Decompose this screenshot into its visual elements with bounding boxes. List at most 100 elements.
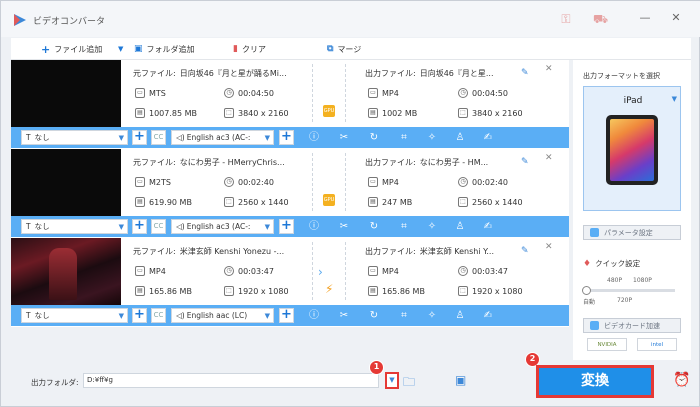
folder-dropdown-button[interactable]: ▼ [385,372,399,389]
ipad-icon [606,115,658,185]
crop-icon[interactable]: ⌗ [397,220,411,234]
output-resolution: ⬚ 3840 x 2160 [458,108,523,118]
add-audio-button[interactable]: + [279,219,294,234]
crop-icon[interactable]: ⌗ [397,309,411,323]
file-size-icon: ▤ [368,286,378,296]
file-size-icon: ▤ [368,197,378,207]
source-name: 元ファイル: なにわ男子 - HMerryChris... [133,157,285,168]
output-folder-input[interactable]: D:¥ff¥g [83,373,379,388]
rotate-icon[interactable]: ↻ [367,309,381,323]
resolution-icon: ⬚ [224,108,234,118]
hw-accel-button[interactable]: ビデオカード加速 [583,318,681,333]
cc-button[interactable]: CC [151,308,166,323]
info-icon[interactable]: ⓘ [307,220,321,234]
video-thumbnail[interactable] [11,60,121,127]
add-audio-button[interactable]: + [279,130,294,145]
quality-slider-handle[interactable] [582,286,591,295]
format-selector[interactable]: iPad ▼ [583,86,681,211]
size-value: 1007.85 MB [149,108,198,118]
remove-item-icon[interactable]: ✕ [545,153,553,163]
subtitle-select[interactable]: T なし ▼ [21,219,128,234]
alarm-clock-icon[interactable]: ⏰ [673,372,690,388]
watermark-icon[interactable]: ♙ [453,131,467,145]
format-value: MP4 [382,88,399,98]
add-subtitle-button[interactable]: + [132,130,147,145]
file-size-icon: ▤ [368,108,378,118]
divider [345,242,346,300]
effects-icon[interactable]: ✧ [425,131,439,145]
info-icon[interactable]: ⓘ [307,309,321,323]
param-settings-button[interactable]: パラメータ設定 [583,225,681,240]
export-folder-icon[interactable]: ▣ [455,373,466,387]
caret-down-icon: ▼ [671,95,677,103]
remove-item-icon[interactable]: ✕ [545,64,553,74]
format-value: MP4 [382,177,399,187]
convert-button[interactable]: 変換 [536,365,654,398]
output-label: 出力ファイル: [365,247,416,256]
cart-icon[interactable]: ⛟ [593,12,608,26]
device-name: iPad [623,96,643,106]
add-file-label: ファイル追加 [54,44,103,54]
add-file-dropdown[interactable]: ▼ [118,42,123,56]
output-format: ▭ MP4 [368,266,399,276]
edit-name-icon[interactable]: ✎ [521,68,529,78]
rotate-icon[interactable]: ↻ [367,220,381,234]
edit-name-icon[interactable]: ✎ [521,157,529,167]
list-item[interactable]: 元ファイル: 米津玄師 Kenshi Yonezu -... ▭ MP4 ◷ 00:… [11,238,569,327]
subtitle-edit-icon[interactable]: ✍ [481,131,495,145]
merge-button[interactable]: ⧉ マージ [327,42,361,56]
resolution-value: 3840 x 2160 [472,108,523,118]
size-value: 619.90 MB [149,197,192,207]
list-item[interactable]: 元ファイル: なにわ男子 - HMerryChris... ▭ M2TS ◷ 00:… [11,149,569,238]
scissors-icon[interactable]: ✂ [337,309,351,323]
add-subtitle-button[interactable]: + [132,308,147,323]
list-item[interactable]: 元ファイル: 日向坂46『月と星が踊るMi... ▭ MTS ◷ 00:04:50 … [11,60,569,149]
subtitle-edit-icon[interactable]: ✍ [481,309,495,323]
cc-button[interactable]: CC [151,130,166,145]
audio-select[interactable]: ◁) English ac3 (AC-: ▼ [171,130,274,145]
subtitle-edit-icon[interactable]: ✍ [481,220,495,234]
nvidia-badge[interactable]: NVIDIA [587,338,627,351]
source-filename: なにわ男子 - HMerryChris... [179,158,285,167]
duration-value: 00:04:50 [238,88,274,98]
key-icon[interactable]: ⚿ [559,12,573,26]
bottom-bar: 出力フォルダ: D:¥ff¥g 1 ▼ 🗀 ▣ 2 変換 ⏰ [11,352,691,401]
rotate-icon[interactable]: ↻ [367,131,381,145]
scissors-icon[interactable]: ✂ [337,220,351,234]
watermark-icon[interactable]: ♙ [453,309,467,323]
merge-label: マージ [337,44,362,54]
video-thumbnail[interactable] [11,238,121,305]
duration-value: 00:03:47 [238,266,274,276]
tick-480: 480P [607,277,623,284]
edit-name-icon[interactable]: ✎ [521,246,529,256]
watermark-icon[interactable]: ♙ [453,220,467,234]
format-icon: ▭ [368,266,378,276]
video-thumbnail[interactable] [11,149,121,216]
effects-icon[interactable]: ✧ [425,220,439,234]
add-folder-button[interactable]: ▣ フォルダ追加 [134,42,195,56]
effects-icon[interactable]: ✧ [425,309,439,323]
source-filename: 米津玄師 Kenshi Yonezu -... [179,247,285,256]
info-icon[interactable]: ⓘ [307,131,321,145]
add-audio-button[interactable]: + [279,308,294,323]
quality-slider[interactable] [585,289,675,292]
subtitle-select[interactable]: T なし ▼ [21,130,128,145]
remove-item-icon[interactable]: ✕ [545,242,553,252]
duration-value: 00:02:40 [472,177,508,187]
audio-select[interactable]: ◁) English aac (LC) ▼ [171,308,274,323]
format-icon: ▭ [368,88,378,98]
add-subtitle-button[interactable]: + [132,219,147,234]
open-folder-icon[interactable]: 🗀 [403,373,415,394]
clear-button[interactable]: ▮ クリア [233,42,266,56]
subtitle-select[interactable]: T なし ▼ [21,308,128,323]
audio-select[interactable]: ◁) English ac3 (AC-: ▼ [171,219,274,234]
minimize-icon[interactable]: — [638,11,652,25]
format-icon: ▭ [135,88,145,98]
cc-button[interactable]: CC [151,219,166,234]
intel-badge[interactable]: intel [637,338,677,351]
add-file-button[interactable]: + ファイル追加 [41,42,102,56]
scissors-icon[interactable]: ✂ [337,131,351,145]
crop-icon[interactable]: ⌗ [397,131,411,145]
close-window-icon[interactable]: ✕ [669,11,683,25]
source-format: ▭ MTS [135,88,166,98]
